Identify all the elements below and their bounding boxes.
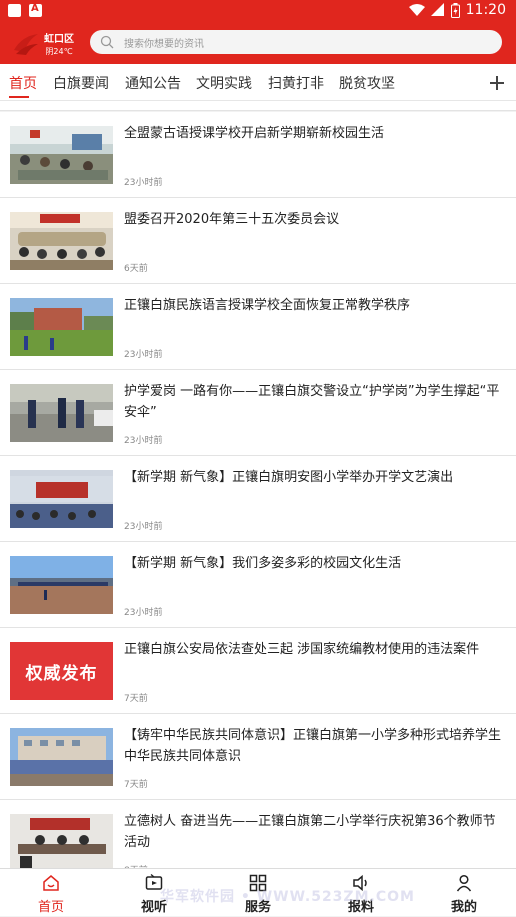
tab-banner-news[interactable]: 白旗要闻 [53,73,109,93]
news-item[interactable]: 护学爱岗 一路有你——正镶白旗交警设立“护学岗”为学生撑起“平安伞” 23小时前 [0,370,516,456]
home-icon [43,875,59,891]
tab-civilization[interactable]: 文明实践 [196,73,252,93]
news-list: 全盟蒙古语授课学校开启新学期崭新校园生活 23小时前 盟委召开2020年第三十五… [0,112,516,886]
news-title: 盟委召开2020年第三十五次委员会议 [124,212,340,227]
signal-icon [430,3,444,16]
news-time: 6天前 [124,264,148,274]
tab-notices[interactable]: 通知公告 [125,73,181,93]
news-title: 护学爱岗 一路有你——正镶白旗交警设立“护学岗”为学生撑起“平安伞” [124,384,500,420]
weather-widget[interactable]: 虹口区 阴24℃ [44,30,74,57]
news-item[interactable]: 盟委召开2020年第三十五次委员会议 6天前 [0,198,516,284]
authority-badge: 权威发布 [10,642,113,700]
news-time: 23小时前 [124,436,163,446]
add-tab-icon[interactable] [482,70,512,96]
news-item[interactable]: 【新学期 新气象】正镶白旗明安图小学举办开学文艺演出 23小时前 [0,456,516,542]
status-bar: 11:20 [0,0,516,22]
previous-item-edge [0,101,516,111]
news-time: 7天前 [124,694,148,704]
news-thumbnail [10,814,113,872]
news-title: 【新学期 新气象】我们多姿多彩的校园文化生活 [124,556,402,571]
battery-icon [450,2,460,18]
nav-profile-label: 我的 [450,900,477,915]
tab-home[interactable]: 首页 [9,73,37,93]
news-time: 23小时前 [124,350,163,360]
news-time: 23小时前 [124,522,163,532]
news-time: 23小时前 [124,178,163,188]
app-logo-icon [14,34,38,55]
news-item[interactable]: 权威发布 正镶白旗公安局依法查处三起 涉国家统编教材使用的违法案件 7天前 [0,628,516,714]
news-title: 【铸牢中华民族共同体意识】正镶白旗第一小学多种形式培养学生中华民族共同体意识 [124,728,502,764]
weather-district: 虹口区 [44,34,74,45]
app-notification-icon [29,3,42,17]
clock: 11:20 [465,2,506,18]
news-item[interactable]: 【新学期 新气象】我们多姿多彩的校园文化生活 23小时前 [0,542,516,628]
news-item[interactable]: 正镶白旗民族语言授课学校全面恢复正常教学秩序 23小时前 [0,284,516,370]
news-thumbnail [10,298,113,356]
tab-anti-porn[interactable]: 扫黄打非 [268,73,324,93]
nav-home-label: 首页 [37,900,64,915]
news-thumbnail [10,728,113,786]
app-header: 虹口区 阴24℃ 搜索你想要的资讯 [0,22,516,64]
news-title: 立德树人 奋进当先——正镶白旗第二小学举行庆祝第36个教师节活动 [124,814,496,850]
watermark: 华军软件园 • WWW.523ZM.COM [160,889,415,905]
search-icon [100,35,114,49]
weather-temp: 阴24℃ [45,47,73,56]
news-thumbnail [10,212,113,270]
search-placeholder: 搜索你想要的资讯 [124,39,204,50]
news-thumbnail [10,126,113,184]
news-title: 全盟蒙古语授课学校开启新学期崭新校园生活 [124,126,385,141]
news-title: 【新学期 新气象】正镶白旗明安图小学举办开学文艺演出 [124,470,454,485]
wifi-icon [408,4,425,16]
search-box[interactable]: 搜索你想要的资讯 [90,30,502,54]
news-thumbnail [10,470,113,528]
news-title: 正镶白旗民族语言授课学校全面恢复正常教学秩序 [124,298,411,313]
news-item[interactable]: 全盟蒙古语授课学校开启新学期崭新校园生活 23小时前 [0,112,516,198]
news-thumbnail [10,384,113,442]
news-thumbnail: 权威发布 [10,642,113,700]
news-title: 正镶白旗公安局依法查处三起 涉国家统编教材使用的违法案件 [124,642,480,657]
tab-poverty[interactable]: 脱贫攻坚 [339,73,395,93]
news-item[interactable]: 【铸牢中华民族共同体意识】正镶白旗第一小学多种形式培养学生中华民族共同体意识 7… [0,714,516,800]
news-time: 7天前 [124,780,148,790]
active-tab-indicator [9,96,29,98]
news-time: 23小时前 [124,608,163,618]
news-thumbnail [10,556,113,614]
nav-home[interactable]: 首页 [11,869,91,917]
user-icon [456,874,472,892]
notification-icon [8,4,21,17]
category-tabs: 首页 白旗要闻 通知公告 文明实践 扫黄打非 脱贫攻坚 [0,64,516,100]
nav-profile[interactable]: 我的 [424,869,504,917]
